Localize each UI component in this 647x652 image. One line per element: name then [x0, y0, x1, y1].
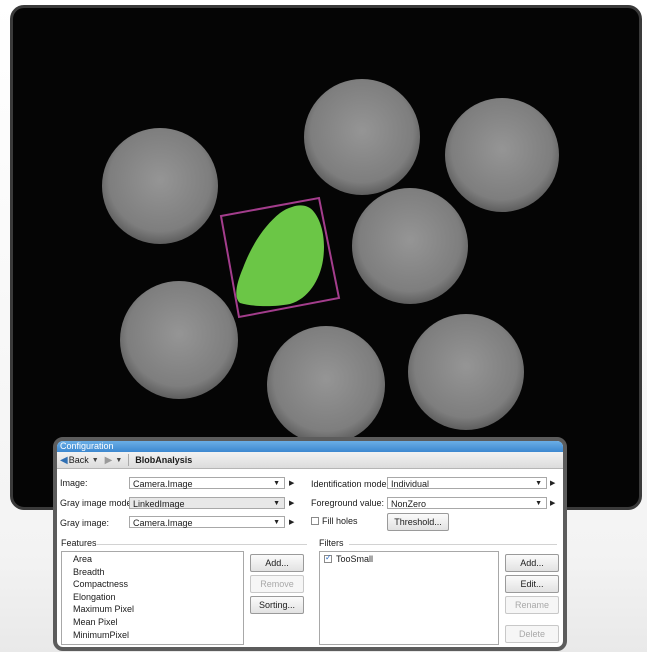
configuration-panel: Configuration ◀ Back ▼ ▶ ▼ BlobAnalysis … — [53, 437, 567, 651]
image-combo[interactable]: Camera.Image ▼ — [129, 477, 285, 489]
list-item[interactable]: Maximum Pixel — [62, 603, 243, 616]
filters-group-divider — [349, 544, 557, 545]
expand-arrow-icon[interactable]: ▶ — [289, 518, 294, 526]
foreground-value-value: NonZero — [391, 499, 427, 509]
panel-title: Configuration — [57, 441, 563, 452]
breadcrumb: BlobAnalysis — [135, 455, 193, 465]
list-item[interactable]: Area — [62, 553, 243, 566]
image-combo-value: Camera.Image — [133, 479, 193, 489]
list-item[interactable]: Elongation — [62, 591, 243, 604]
features-add-button[interactable]: Add... — [250, 554, 304, 572]
identification-mode-label: Identification mode: — [311, 479, 390, 489]
camera-image-viewer[interactable] — [10, 5, 642, 510]
gray-image-label: Gray image: — [60, 518, 110, 528]
part-disk — [408, 314, 524, 430]
chevron-down-icon: ▼ — [273, 519, 280, 526]
fill-holes-label: Fill holes — [322, 516, 358, 526]
detected-blob-highlight — [236, 205, 324, 307]
navigation-bar: ◀ Back ▼ ▶ ▼ BlobAnalysis — [57, 452, 563, 469]
features-sorting-button[interactable]: Sorting... — [250, 596, 304, 614]
expand-arrow-icon[interactable]: ▶ — [550, 479, 555, 487]
gray-image-mode-combo[interactable]: LinkedImage ▼ — [129, 497, 285, 509]
back-button[interactable]: Back — [69, 455, 89, 465]
camera-image — [102, 79, 559, 444]
gray-image-mode-label: Gray image mode: — [60, 498, 135, 508]
list-item[interactable]: Mean Pixel — [62, 616, 243, 629]
back-arrow-icon[interactable]: ◀ — [60, 455, 68, 466]
features-group-label: Features — [61, 538, 97, 548]
features-group-divider — [97, 544, 307, 545]
nav-separator — [128, 454, 130, 466]
list-item[interactable]: Breadth — [62, 566, 243, 579]
back-dropdown-icon[interactable]: ▼ — [92, 457, 99, 464]
foreground-value-label: Foreground value: — [311, 498, 385, 508]
foreground-value-combo[interactable]: NonZero ▼ — [387, 497, 547, 509]
forward-dropdown-icon[interactable]: ▼ — [115, 457, 122, 464]
identification-mode-combo[interactable]: Individual ▼ — [387, 477, 547, 489]
expand-arrow-icon[interactable]: ▶ — [289, 479, 294, 487]
chevron-down-icon: ▼ — [535, 480, 542, 487]
gray-image-combo[interactable]: Camera.Image ▼ — [129, 516, 285, 528]
filter-enabled-checkbox[interactable] — [324, 553, 332, 563]
chevron-down-icon: ▼ — [535, 500, 542, 507]
filters-edit-button[interactable]: Edit... — [505, 575, 559, 593]
part-disk — [445, 98, 559, 212]
fill-holes-checkbox[interactable] — [311, 517, 319, 525]
list-item[interactable]: Compactness — [62, 578, 243, 591]
list-item[interactable]: TooSmall — [320, 553, 498, 564]
identification-mode-value: Individual — [391, 479, 430, 489]
part-disk — [120, 281, 238, 399]
filters-rename-button[interactable]: Rename — [505, 596, 559, 614]
filters-add-button[interactable]: Add... — [505, 554, 559, 572]
forward-arrow-icon[interactable]: ▶ — [105, 455, 113, 466]
filter-label: TooSmall — [336, 554, 374, 564]
image-label: Image: — [60, 478, 88, 488]
filters-list[interactable]: TooSmall — [319, 551, 499, 645]
fill-holes-checkbox-row[interactable]: Fill holes — [311, 516, 358, 526]
chevron-down-icon: ▼ — [273, 500, 280, 507]
filters-delete-button[interactable]: Delete — [505, 625, 559, 643]
expand-arrow-icon[interactable]: ▶ — [550, 499, 555, 507]
features-remove-button[interactable]: Remove — [250, 575, 304, 593]
part-disk — [304, 79, 420, 195]
part-disk — [102, 128, 218, 244]
part-disk — [267, 326, 385, 444]
list-item[interactable]: MinimumPixel — [62, 629, 243, 642]
threshold-button[interactable]: Threshold... — [387, 513, 449, 531]
part-disk — [352, 188, 468, 304]
gray-image-mode-value: LinkedImage — [133, 499, 185, 509]
chevron-down-icon: ▼ — [273, 480, 280, 487]
features-list[interactable]: Area Breadth Compactness Elongation Maxi… — [61, 551, 244, 645]
filters-group-label: Filters — [319, 538, 344, 548]
expand-arrow-icon[interactable]: ▶ — [289, 499, 294, 507]
gray-image-value: Camera.Image — [133, 518, 193, 528]
